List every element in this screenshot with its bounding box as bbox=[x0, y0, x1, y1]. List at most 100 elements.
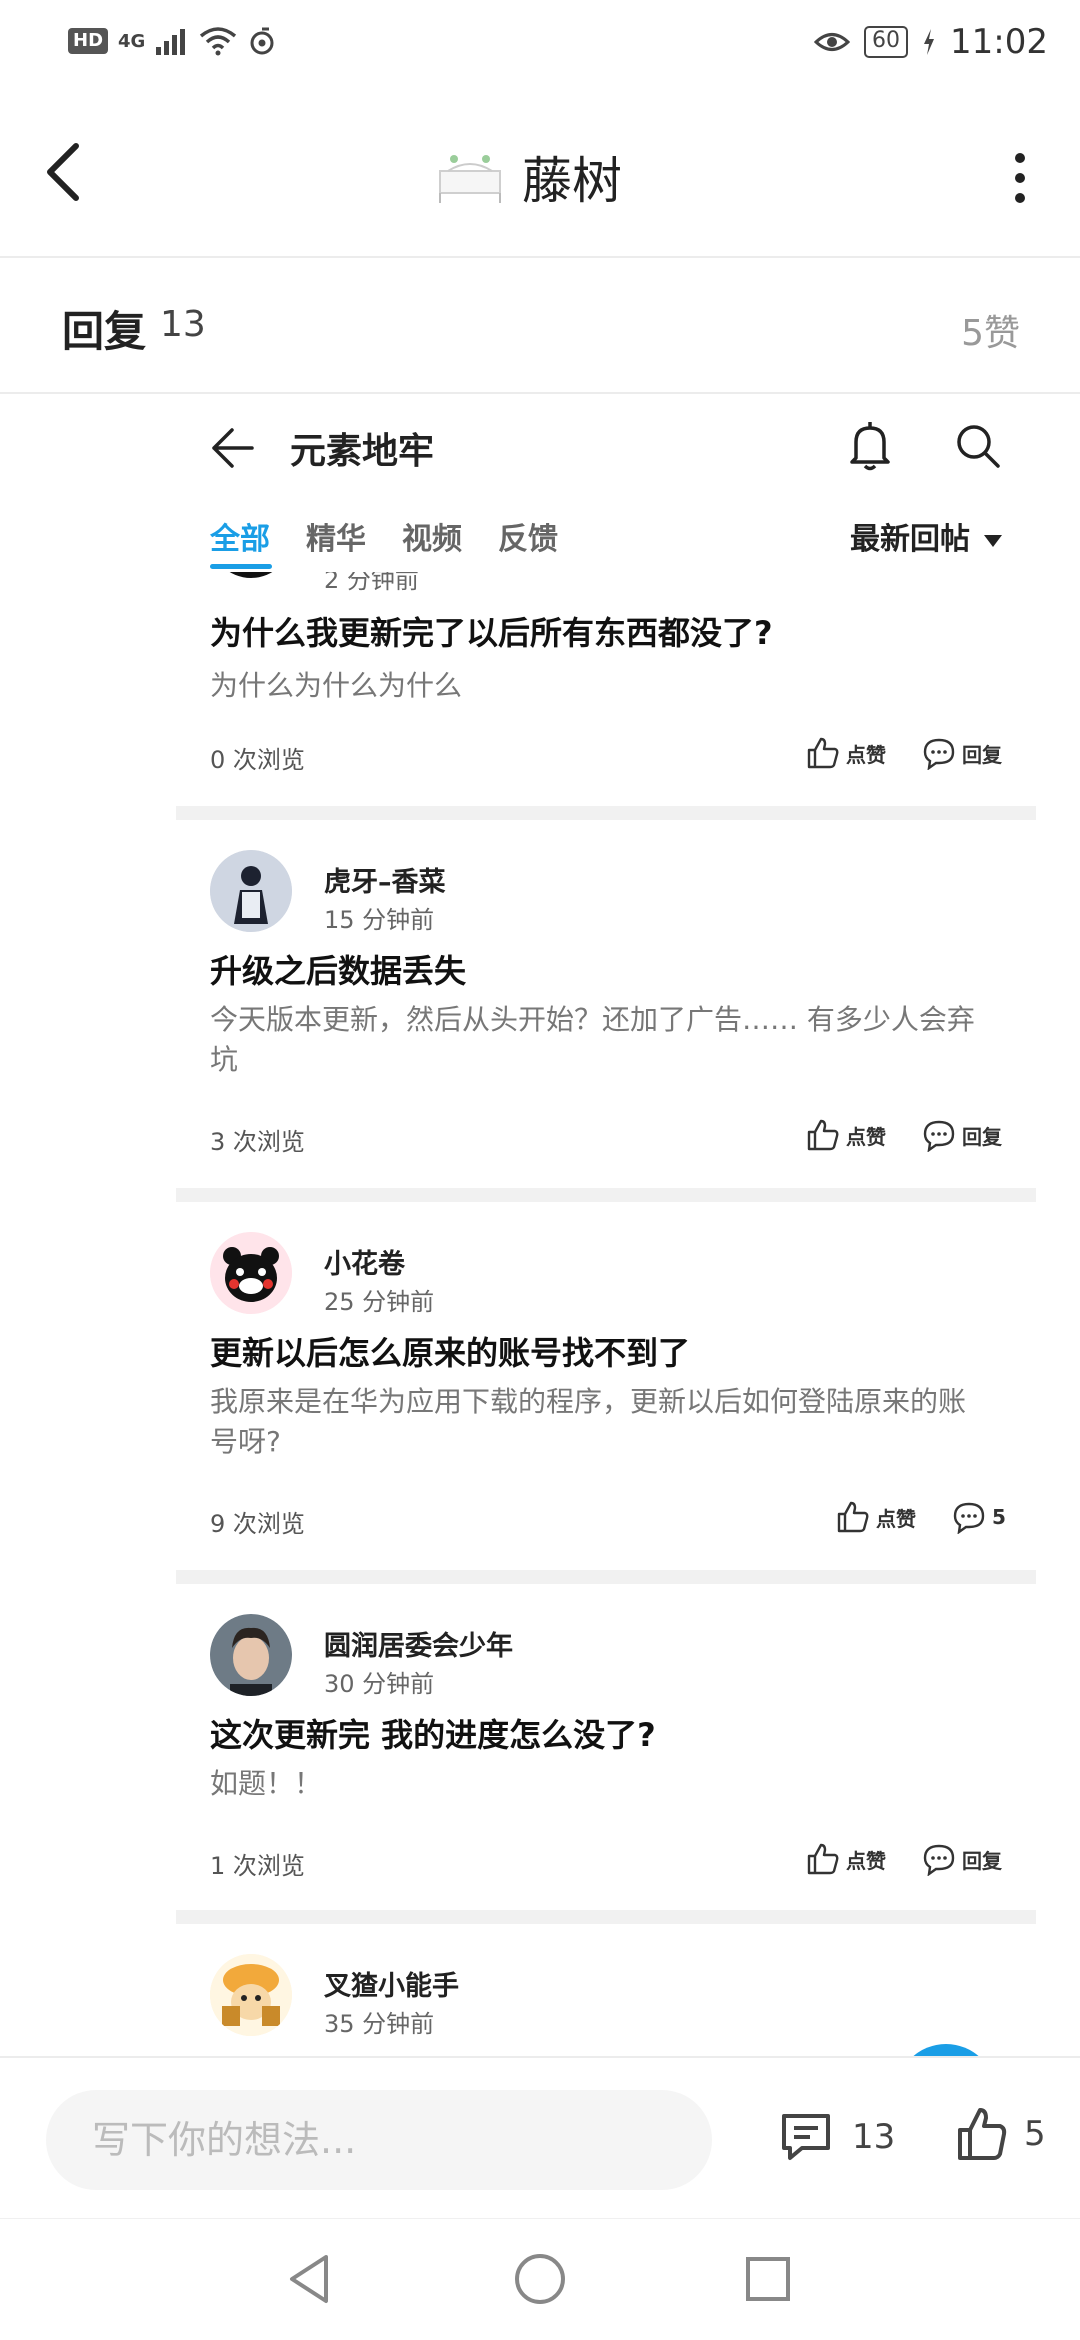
post-time: 35 分钟前 bbox=[324, 2010, 435, 2038]
reply-action: 回复 bbox=[922, 736, 1002, 770]
like-action: 点赞 bbox=[806, 1118, 886, 1152]
post-title: 升级之后数据丢失 bbox=[210, 952, 467, 990]
post-separator bbox=[176, 1188, 1036, 1202]
search-icon bbox=[957, 425, 1000, 468]
reply-bar: 回复 13 5赞 bbox=[0, 258, 1080, 394]
like-label: 点赞 bbox=[846, 1124, 886, 1149]
thread-title-text: 藤树 bbox=[522, 152, 622, 210]
thumbs-up-icon bbox=[807, 737, 839, 769]
sync-icon bbox=[250, 27, 274, 55]
status-right: 60 11:02 bbox=[814, 22, 1048, 62]
status-bar: HD 4G 60 11:02 bbox=[0, 0, 1080, 92]
post-views: 1 次浏览 bbox=[210, 1852, 305, 1880]
nav-back-icon[interactable] bbox=[280, 2249, 340, 2309]
reply-action: 5 bbox=[952, 1500, 1006, 1534]
comment-icon bbox=[923, 1844, 955, 1876]
comment-icon bbox=[782, 2114, 830, 2160]
embedded-screenshot[interactable]: 元素地牢 全部 精华 视频 反馈 最新回帖 2 分钟前 为什么我更新完了以后所有… bbox=[176, 396, 1036, 2056]
comment-bar: 13 5 bbox=[0, 2056, 1080, 2216]
comment-icon bbox=[923, 1120, 955, 1152]
eye-comfort-icon bbox=[814, 33, 851, 51]
post-username: 小花卷 bbox=[324, 1249, 405, 1280]
post-username: 虎牙–香菜 bbox=[324, 867, 446, 898]
like-action: 点赞 bbox=[806, 736, 886, 770]
thumbs-up-icon bbox=[837, 1501, 869, 1533]
avatar bbox=[210, 1954, 292, 2036]
avatar bbox=[210, 1614, 292, 1696]
avatar bbox=[210, 1232, 292, 1314]
post-time: 15 分钟前 bbox=[324, 906, 435, 934]
reply-label: 回复 bbox=[962, 1848, 1002, 1873]
clock: 11:02 bbox=[950, 22, 1048, 62]
post-time: 30 分钟前 bbox=[324, 1670, 435, 1698]
nav-home-icon[interactable] bbox=[510, 2249, 570, 2309]
post-time: 25 分钟前 bbox=[324, 1288, 435, 1316]
back-icon[interactable] bbox=[40, 140, 88, 204]
comments-count: 13 bbox=[852, 2117, 896, 2157]
comment-icon bbox=[953, 1502, 985, 1534]
like-action: 点赞 bbox=[806, 1842, 886, 1876]
post-body: 今天版本更新，然后从头开始？还加了广告…… 有多少人会弃坑 bbox=[210, 1003, 975, 1076]
sort-label: 最新回帖 bbox=[850, 522, 970, 557]
thumbs-up-icon bbox=[807, 1843, 839, 1875]
signal-icon bbox=[156, 29, 186, 55]
active-tab-indicator bbox=[210, 564, 272, 569]
thumbs-up-icon bbox=[807, 1119, 839, 1151]
comment-input[interactable] bbox=[46, 2090, 712, 2190]
post-title: 更新以后怎么原来的账号找不到了 bbox=[210, 1334, 691, 1372]
like-label: 点赞 bbox=[876, 1506, 916, 1531]
screenshot-title: 元素地牢 bbox=[290, 431, 435, 472]
tab-featured: 精华 bbox=[306, 522, 366, 557]
bed-icon bbox=[439, 155, 501, 203]
post-separator bbox=[176, 1910, 1036, 1924]
sort-dropdown: 最新回帖 bbox=[850, 514, 1002, 558]
post-body: 我原来是在华为应用下载的程序，更新以后如何登陆原来的账号呀? bbox=[210, 1385, 967, 1458]
avatar-portrait-icon bbox=[210, 1614, 292, 1696]
like-label: 点赞 bbox=[846, 742, 886, 767]
avatar bbox=[210, 850, 292, 932]
reply-action: 回复 bbox=[922, 1118, 1002, 1152]
reply-action: 回复 bbox=[922, 1842, 1002, 1876]
avatar-cartoon-icon bbox=[210, 1954, 292, 2036]
tab-all: 全部 bbox=[210, 522, 270, 557]
thumbs-up-icon bbox=[958, 2108, 1007, 2160]
reply-label: 回复 bbox=[962, 1124, 1002, 1149]
hd-badge: HD bbox=[68, 28, 109, 54]
post-separator bbox=[176, 806, 1036, 820]
post-title: 这次更新完 我的进度怎么没了? bbox=[210, 1716, 656, 1754]
post-views: 0 次浏览 bbox=[210, 746, 305, 774]
likes-count[interactable]: 5赞 bbox=[961, 304, 1020, 356]
post-body: 如题！！ bbox=[210, 1767, 323, 1800]
comment-icon bbox=[923, 738, 955, 770]
post-views: 3 次浏览 bbox=[210, 1128, 305, 1156]
tab-feedback: 反馈 bbox=[498, 522, 558, 557]
screenshot-tabs: 全部 精华 视频 反馈 最新回帖 bbox=[176, 496, 1036, 572]
thread-title: 藤树 bbox=[430, 142, 622, 212]
like-label: 点赞 bbox=[846, 1848, 886, 1873]
nav-recents-icon[interactable] bbox=[738, 2249, 798, 2309]
system-nav-bar bbox=[0, 2218, 1080, 2340]
battery-level: 60 bbox=[864, 26, 909, 58]
reply-count: 13 bbox=[160, 304, 206, 345]
more-options-icon[interactable] bbox=[1008, 148, 1032, 208]
charging-icon bbox=[924, 29, 935, 55]
post-username: 叉猹小能手 bbox=[324, 1971, 459, 2002]
likes-count: 5 bbox=[1024, 2114, 1046, 2154]
bell-icon bbox=[850, 422, 890, 471]
reply-label: 回复 bbox=[962, 742, 1002, 767]
status-left: HD 4G bbox=[68, 26, 277, 56]
post-username: 圆润居委会少年 bbox=[324, 1631, 513, 1662]
comments-button[interactable]: 13 bbox=[778, 2110, 895, 2164]
floating-action-button bbox=[896, 2044, 996, 2056]
app-header: 藤树 bbox=[0, 92, 1080, 258]
like-button[interactable]: 5 bbox=[956, 2106, 1046, 2162]
post-views: 9 次浏览 bbox=[210, 1510, 305, 1538]
post-title: 为什么我更新完了以后所有东西都没了? bbox=[210, 614, 773, 652]
tab-video: 视频 bbox=[402, 522, 462, 557]
arrow-left-icon bbox=[212, 428, 254, 468]
screenshot-topbar: 元素地牢 bbox=[176, 396, 1036, 496]
wifi-icon bbox=[200, 27, 237, 56]
reply-label: 回复 bbox=[62, 307, 147, 356]
caret-down-icon bbox=[984, 534, 1002, 547]
avatar-bear-icon bbox=[210, 1232, 292, 1314]
